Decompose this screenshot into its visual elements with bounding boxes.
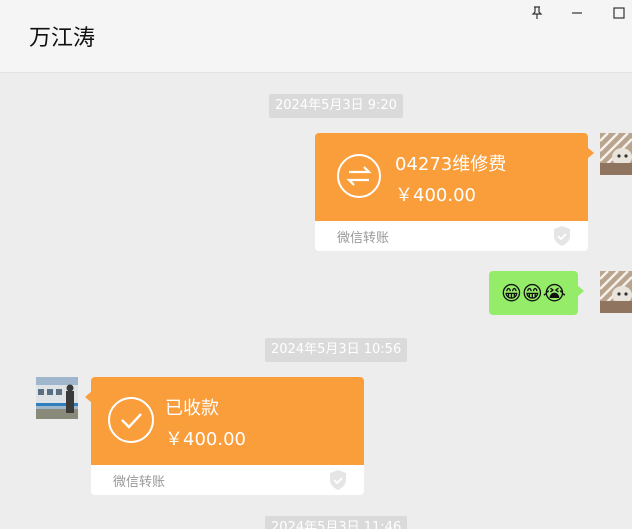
transfer-title: 已收款 <box>165 398 219 419</box>
checkmark-icon <box>108 397 154 443</box>
transfer-card-received[interactable]: 已收款 ￥400.00 微信转账 <box>85 377 364 495</box>
maximize-icon[interactable] <box>608 3 630 23</box>
transfer-card-footer: 微信转账 <box>315 221 588 251</box>
avatar-self[interactable] <box>600 133 632 175</box>
transfer-source-label: 微信转账 <box>113 475 166 490</box>
avatar-self[interactable] <box>600 271 632 313</box>
avatar-contact[interactable] <box>36 377 78 419</box>
message-text: 😁😁😭 <box>501 281 567 305</box>
pin-icon[interactable] <box>526 3 548 23</box>
chat-area[interactable]: 2024年5月3日 9:20 04273维修费 ￥400.00 微信转账 😁😁😭… <box>0 73 632 529</box>
timestamp: 2024年5月3日 10:56 <box>265 338 408 362</box>
title-bar: 万江涛 <box>0 0 632 73</box>
bubble-tail <box>587 147 594 159</box>
transfer-card-sent[interactable]: 04273维修费 ￥400.00 微信转账 <box>315 133 594 251</box>
transfer-source-label: 微信转账 <box>337 231 390 246</box>
transfer-amount: ￥400.00 <box>165 429 246 450</box>
timestamp: 2024年5月3日 9:20 <box>269 94 403 118</box>
shield-icon <box>328 469 348 495</box>
transfer-card-footer: 微信转账 <box>91 465 364 495</box>
minimize-icon[interactable] <box>566 3 588 23</box>
transfer-card-header: 已收款 ￥400.00 <box>85 377 364 465</box>
shield-icon <box>552 225 572 251</box>
bubble-tail <box>577 285 585 297</box>
transfer-amount: ￥400.00 <box>395 185 476 206</box>
timestamp: 2024年5月3日 11:46 <box>265 516 408 529</box>
transfer-arrows-icon <box>337 154 381 198</box>
transfer-title: 04273维修费 <box>395 154 507 175</box>
transfer-card-header: 04273维修费 ￥400.00 <box>315 133 594 221</box>
bubble-tail <box>85 391 92 403</box>
message-bubble-sent[interactable]: 😁😁😭 <box>489 271 585 315</box>
contact-name: 万江涛 <box>29 26 96 51</box>
